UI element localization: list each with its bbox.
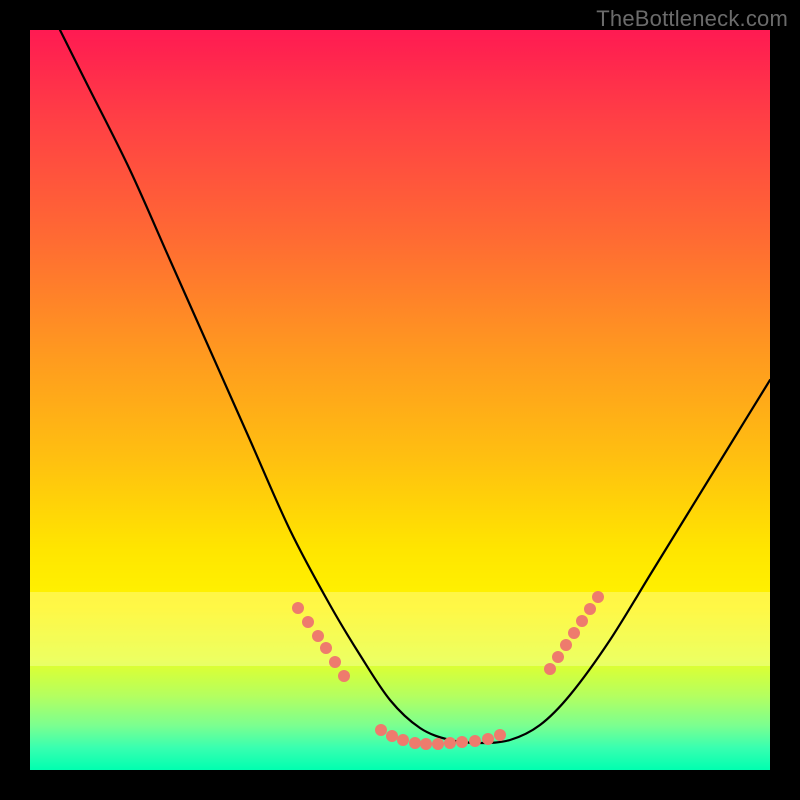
marker-dot [494,729,506,741]
marker-dot [592,591,604,603]
marker-dot [312,630,324,642]
marker-dot [469,735,481,747]
marker-dot [482,733,494,745]
marker-dot [552,651,564,663]
marker-dot [397,734,409,746]
marker-dot [329,656,341,668]
marker-dot [320,642,332,654]
marker-dot [386,730,398,742]
marker-dot [420,738,432,750]
marker-dot [338,670,350,682]
marker-dot [432,738,444,750]
marker-dot [375,724,387,736]
marker-dot [560,639,572,651]
watermark-text: TheBottleneck.com [596,6,788,32]
marker-dot [444,737,456,749]
marker-dot [456,736,468,748]
bottleneck-curve-path [60,30,770,743]
marker-dot [568,627,580,639]
chart-svg [30,30,770,770]
marker-group [292,591,604,750]
marker-dot [409,737,421,749]
marker-dot [302,616,314,628]
marker-dot [584,603,596,615]
chart-frame [30,30,770,770]
marker-dot [576,615,588,627]
marker-dot [292,602,304,614]
marker-dot [544,663,556,675]
